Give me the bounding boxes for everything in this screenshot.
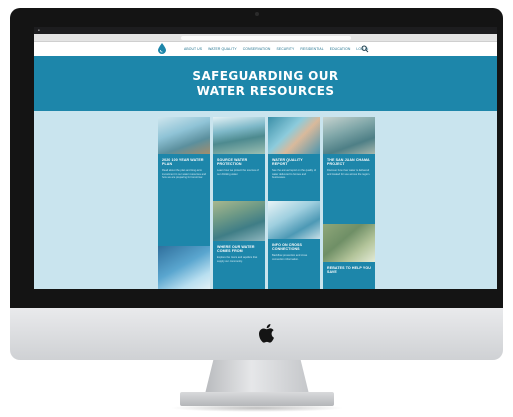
- browser-toolbar: [34, 34, 497, 42]
- card-body: REBATES TO HELP YOU SAVE: [323, 262, 375, 289]
- card-title: THE SAN JUAN CHAMA PROJECT: [327, 158, 370, 167]
- card-text: Explore the rivers and aquifers that sup…: [217, 256, 258, 263]
- stand-neck: [205, 360, 309, 394]
- card-title: INFO ON CROSS CONNECTIONS: [272, 243, 303, 252]
- card-image: [268, 117, 320, 154]
- status-icons: [492, 27, 493, 34]
- card-title: REBATES TO HELP YOU SAVE: [327, 266, 371, 275]
- card-body: INFO ON CROSS CONNECTIONS Backflow preve…: [268, 239, 320, 289]
- card-image: [158, 117, 210, 154]
- stand-base: [180, 392, 334, 406]
- card-body: THE SAN JUAN CHAMA PROJECT Discover how …: [323, 154, 375, 229]
- water-drop-logo-icon[interactable]: [158, 43, 166, 54]
- card-cross-connections[interactable]: INFO ON CROSS CONNECTIONS Backflow preve…: [268, 201, 320, 289]
- card-bottom-image[interactable]: [158, 246, 210, 289]
- monitor-chin: [10, 308, 503, 360]
- card-body: WATER QUALITY REPORT See the annual repo…: [268, 154, 320, 207]
- card-text: Learn how we protect the sources of our …: [217, 169, 259, 176]
- nav-education[interactable]: EDUCATION: [330, 47, 351, 51]
- card-rebates[interactable]: REBATES TO HELP YOU SAVE: [323, 224, 375, 289]
- search-icon[interactable]: [361, 45, 369, 53]
- card-image: [213, 201, 265, 241]
- nav-conservation[interactable]: CONSERVATION: [243, 47, 271, 51]
- hero-title-line-1: SAFEGUARDING OUR: [192, 68, 339, 83]
- card-text: See the annual report on the quality of …: [272, 169, 316, 180]
- nav-residential[interactable]: RESIDENTIAL: [300, 47, 323, 51]
- card-text: Backflow prevention and cross connection…: [272, 254, 308, 261]
- card-image: [323, 117, 375, 154]
- camera: [255, 12, 259, 16]
- apple-logo-icon: [259, 324, 274, 343]
- menu-item[interactable]: [53, 27, 56, 34]
- menu-item[interactable]: [45, 27, 48, 34]
- screen: ● ABOUT US WATER QUALITY CONSERVATION SE…: [34, 27, 497, 289]
- card-body: WHERE OUR WATER COMES FROM Explore the r…: [213, 241, 265, 289]
- card-san-juan-chama[interactable]: THE SAN JUAN CHAMA PROJECT Discover how …: [323, 117, 375, 229]
- card-title: SOURCE WATER PROTECTION: [217, 158, 248, 167]
- hero-banner: SAFEGUARDING OUR WATER RESOURCES: [34, 56, 497, 111]
- card-image: [158, 246, 210, 289]
- site-header: ABOUT US WATER QUALITY CONSERVATION SECU…: [34, 42, 497, 56]
- card-source-water[interactable]: SOURCE WATER PROTECTION Learn how we pro…: [213, 117, 265, 207]
- card-image: [268, 201, 320, 239]
- card-image: [323, 224, 375, 262]
- address-bar[interactable]: [180, 35, 351, 40]
- imac-device: ● ABOUT US WATER QUALITY CONSERVATION SE…: [0, 0, 513, 417]
- card-water-quality[interactable]: WATER QUALITY REPORT See the annual repo…: [268, 117, 320, 207]
- card-image: [213, 117, 265, 154]
- nav-water-quality[interactable]: WATER QUALITY: [208, 47, 237, 51]
- card-body: SOURCE WATER PROTECTION Learn how we pro…: [213, 154, 265, 207]
- menu-item[interactable]: [61, 27, 64, 34]
- macos-menu-bar: ●: [34, 27, 497, 34]
- card-text: Read about the plan and long-term invest…: [162, 169, 206, 180]
- nav-security[interactable]: SECURITY: [276, 47, 294, 51]
- card-where-water[interactable]: WHERE OUR WATER COMES FROM Explore the r…: [213, 201, 265, 289]
- card-title: WHERE OUR WATER COMES FROM: [217, 245, 255, 254]
- card-title: WATER QUALITY REPORT: [272, 158, 303, 167]
- card-body: 2020 100 YEAR WATER PLAN Read about the …: [158, 154, 210, 252]
- hero-title-line-2: WATER RESOURCES: [196, 83, 335, 98]
- card-title: 2020 100 YEAR WATER PLAN: [162, 158, 204, 167]
- nav-about-us[interactable]: ABOUT US: [184, 47, 202, 51]
- card-text: Discover how river water is delivered an…: [327, 169, 371, 176]
- apple-menu-icon[interactable]: ●: [38, 27, 40, 34]
- main-nav: ABOUT US WATER QUALITY CONSERVATION SECU…: [184, 42, 368, 56]
- card-water-plan[interactable]: 2020 100 YEAR WATER PLAN Read about the …: [158, 117, 210, 252]
